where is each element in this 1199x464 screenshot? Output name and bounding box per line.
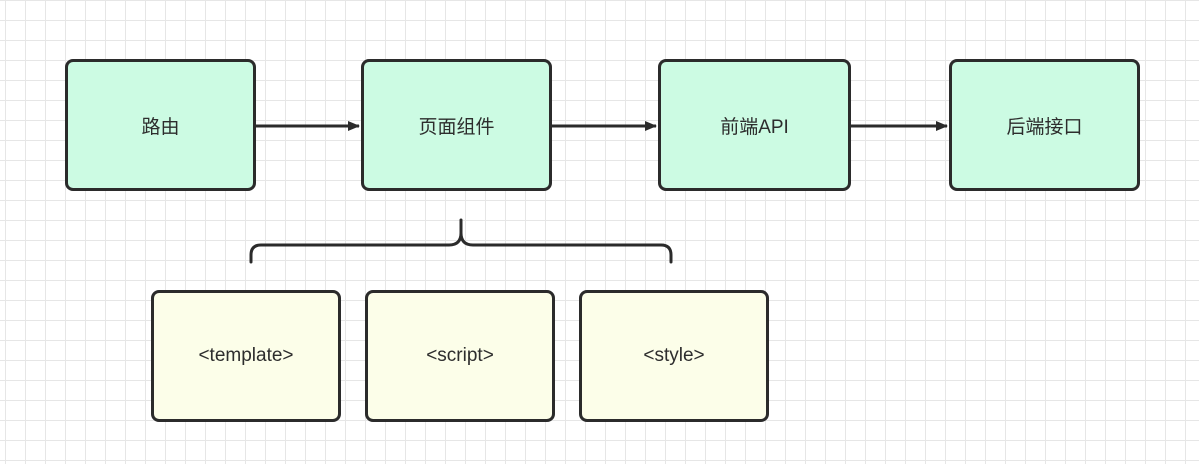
node-template-label: <template>: [198, 345, 294, 366]
node-backend-api-label: 后端接口: [1006, 116, 1083, 138]
node-script-label: <script>: [426, 345, 494, 366]
node-template[interactable]: <template>: [151, 290, 341, 422]
node-frontend-api-label: 前端API: [720, 116, 789, 138]
node-script[interactable]: <script>: [365, 290, 555, 422]
node-style-label: <style>: [643, 345, 705, 366]
node-router[interactable]: 路由: [65, 59, 256, 191]
node-style[interactable]: <style>: [579, 290, 769, 422]
curly-brace: [249, 218, 673, 264]
node-router-label: 路由: [141, 116, 180, 138]
node-frontend-api[interactable]: 前端API: [658, 59, 851, 191]
node-backend-api[interactable]: 后端接口: [949, 59, 1140, 191]
node-page-component[interactable]: 页面组件: [361, 59, 552, 191]
node-page-component-label: 页面组件: [418, 116, 495, 138]
diagram-canvas: 路由 页面组件 前端API 后端接口 <template> <script> <…: [0, 0, 1199, 464]
